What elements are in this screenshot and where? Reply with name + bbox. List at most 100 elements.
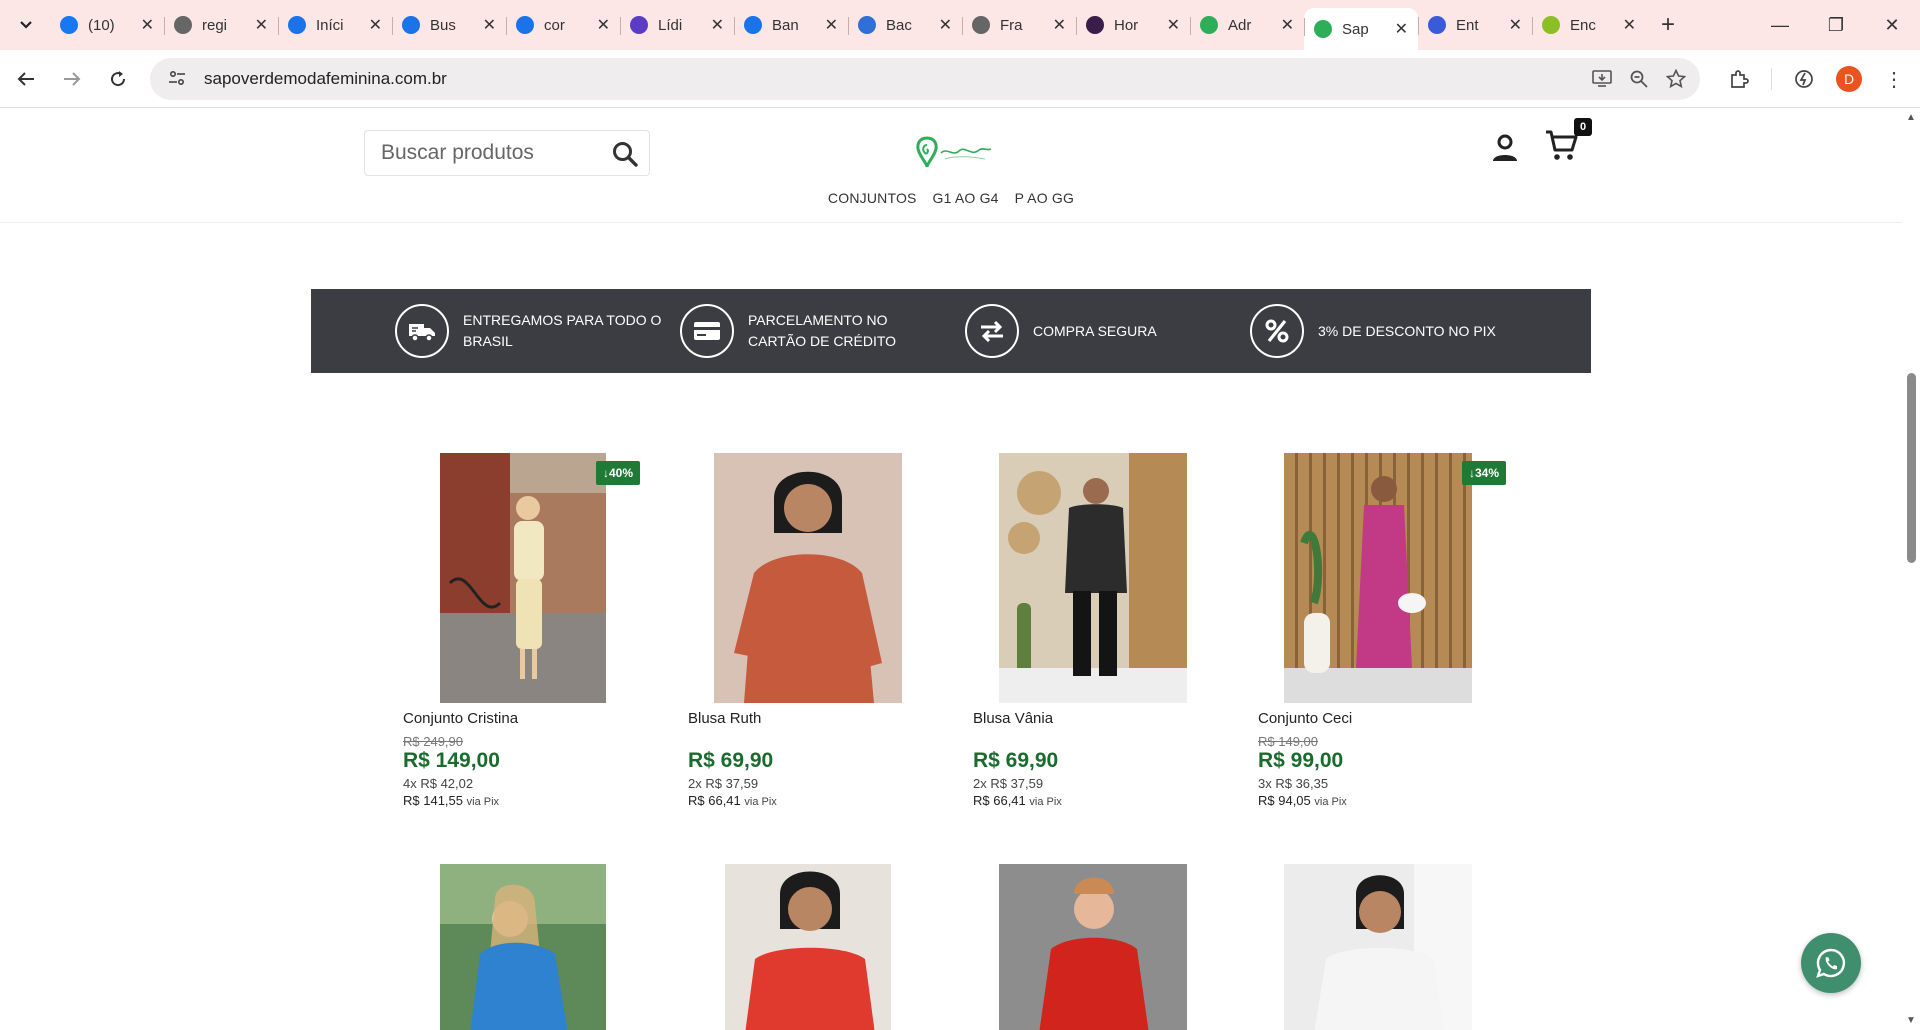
product-image[interactable]	[440, 453, 606, 703]
pix-label: via Pix	[744, 796, 777, 808]
product-image[interactable]	[1284, 864, 1472, 1030]
benefit-delivery: ENTREGAMOS PARA TODO O BRASIL	[395, 304, 663, 358]
browser-tab[interactable]: Hor ✕	[1076, 7, 1190, 43]
scroll-down-icon[interactable]: ▼	[1906, 1015, 1916, 1026]
zoom-icon[interactable]	[1630, 70, 1648, 88]
forward-button[interactable]	[52, 59, 92, 99]
meta-icon	[60, 16, 78, 34]
close-tab-icon[interactable]: ✕	[1167, 15, 1180, 35]
card-icon	[680, 304, 734, 358]
product-name[interactable]: Blusa Ruth	[688, 710, 761, 727]
product-image[interactable]	[440, 864, 606, 1030]
account-icon[interactable]	[1490, 133, 1520, 163]
browser-tab[interactable]: Fra ✕	[962, 7, 1076, 43]
close-tab-icon[interactable]: ✕	[939, 15, 952, 35]
pix-price: R$ 66,41 via Pix	[973, 793, 1062, 808]
tab-title: Bus	[430, 16, 456, 34]
extensions-icon[interactable]	[1729, 69, 1749, 89]
close-tab-icon[interactable]: ✕	[369, 15, 382, 35]
menu-kebab-icon[interactable]: ⋮	[1884, 67, 1904, 92]
discount-percent: 40%	[609, 466, 634, 480]
close-tab-icon[interactable]: ✕	[255, 15, 268, 35]
whatsapp-icon	[1816, 948, 1846, 978]
close-tab-icon[interactable]: ✕	[825, 15, 838, 35]
arrow-left-icon	[17, 71, 34, 86]
menu-item-g1-ao-g4[interactable]: G1 AO G4	[932, 190, 998, 206]
menu-item-p-ao-gg[interactable]: P AO GG	[1015, 190, 1075, 206]
browser-tab[interactable]: cor ✕	[506, 7, 620, 43]
menu-item-conjuntos[interactable]: CONJUNTOS	[828, 190, 917, 206]
benefit-text: PARCELAMENTO NO CARTÃO DE CRÉDITO	[748, 312, 897, 349]
browser-tab[interactable]: Ban ✕	[734, 7, 848, 43]
close-tab-icon[interactable]: ✕	[1623, 15, 1636, 35]
bookmark-star-icon[interactable]	[1666, 69, 1686, 89]
close-window-button[interactable]: ✕	[1864, 0, 1920, 50]
close-tab-icon[interactable]: ✕	[597, 15, 610, 35]
reload-icon	[111, 70, 126, 86]
close-tab-icon[interactable]: ✕	[141, 15, 154, 35]
browser-tab[interactable]: Iníci ✕	[278, 7, 392, 43]
percent-icon	[1250, 304, 1304, 358]
pix-label: via Pix	[1029, 796, 1062, 808]
installments: 4x R$ 42,02	[403, 776, 474, 791]
site-logo[interactable]	[913, 133, 993, 173]
product-price: R$ 99,00	[1258, 749, 1344, 772]
tab-search-button[interactable]	[8, 7, 44, 43]
product-image[interactable]	[714, 453, 902, 703]
new-tab-button[interactable]: +	[1652, 9, 1684, 41]
browser-tab[interactable]: Adr ✕	[1190, 7, 1304, 43]
search-input[interactable]	[381, 141, 601, 165]
browser-tab[interactable]: Bac ✕	[848, 7, 962, 43]
web-page: 0 CONJUNTOS G1 AO G4 P AO GG ENTREGAMOS …	[0, 108, 1902, 1030]
arrow-right-icon	[64, 71, 81, 86]
url-text[interactable]: sapoverdemodafeminina.com.br	[204, 69, 447, 89]
browser-tab[interactable]: (10) ✕	[50, 7, 164, 43]
window-controls: — ❐ ✕	[1752, 0, 1920, 50]
pix-value: R$ 94,05	[1258, 793, 1311, 808]
back-button[interactable]	[6, 59, 46, 99]
doc-icon	[858, 16, 876, 34]
page-scrollbar[interactable]: ▲ ▼	[1902, 108, 1920, 1030]
close-tab-icon[interactable]: ✕	[1395, 19, 1408, 39]
tab-title: Bac	[886, 16, 912, 34]
product-image[interactable]	[999, 453, 1187, 703]
product-name[interactable]: Blusa Vânia	[973, 710, 1053, 727]
tab-title: Iníci	[316, 16, 344, 34]
site-info-icon[interactable]	[168, 70, 188, 89]
discount-percent: 34%	[1475, 466, 1500, 480]
close-tab-icon[interactable]: ✕	[1053, 15, 1066, 35]
browser-tab[interactable]: Enc ✕	[1532, 7, 1646, 43]
product-image[interactable]	[1284, 453, 1472, 703]
product-name[interactable]: Conjunto Cristina	[403, 710, 518, 727]
browser-tab[interactable]: Ent ✕	[1418, 7, 1532, 43]
browser-tab[interactable]: Bus ✕	[392, 7, 506, 43]
reload-button[interactable]	[98, 59, 138, 99]
installments: 2x R$ 37,59	[973, 776, 1044, 791]
tab-title: Sap	[1342, 20, 1369, 38]
browser-tab[interactable]: Sap ✕	[1304, 8, 1418, 50]
scroll-up-icon[interactable]: ▲	[1906, 112, 1916, 123]
close-tab-icon[interactable]: ✕	[1281, 15, 1294, 35]
close-tab-icon[interactable]: ✕	[483, 15, 496, 35]
browser-tab[interactable]: regi ✕	[164, 7, 278, 43]
product-price: R$ 69,90	[973, 749, 1059, 772]
restore-button[interactable]: ❐	[1808, 0, 1864, 50]
install-app-icon[interactable]	[1592, 70, 1612, 88]
tab-title: regi	[202, 16, 228, 34]
performance-icon[interactable]	[1794, 69, 1814, 89]
address-bar[interactable]: sapoverdemodafeminina.com.br	[150, 58, 1700, 100]
search-icon[interactable]	[611, 140, 639, 168]
scrollbar-thumb[interactable]	[1907, 373, 1916, 563]
canva-icon	[744, 16, 762, 34]
close-tab-icon[interactable]: ✕	[1509, 15, 1522, 35]
pix-price: R$ 66,41 via Pix	[688, 793, 777, 808]
tab-title: Ban	[772, 16, 799, 34]
whatsapp-button[interactable]	[1801, 933, 1861, 993]
product-image[interactable]	[725, 864, 891, 1030]
browser-tab[interactable]: Lídi ✕	[620, 7, 734, 43]
close-tab-icon[interactable]: ✕	[711, 15, 724, 35]
product-image[interactable]	[999, 864, 1187, 1030]
profile-avatar[interactable]: D	[1836, 66, 1862, 92]
product-name[interactable]: Conjunto Ceci	[1258, 710, 1352, 727]
minimize-button[interactable]: —	[1752, 0, 1808, 50]
